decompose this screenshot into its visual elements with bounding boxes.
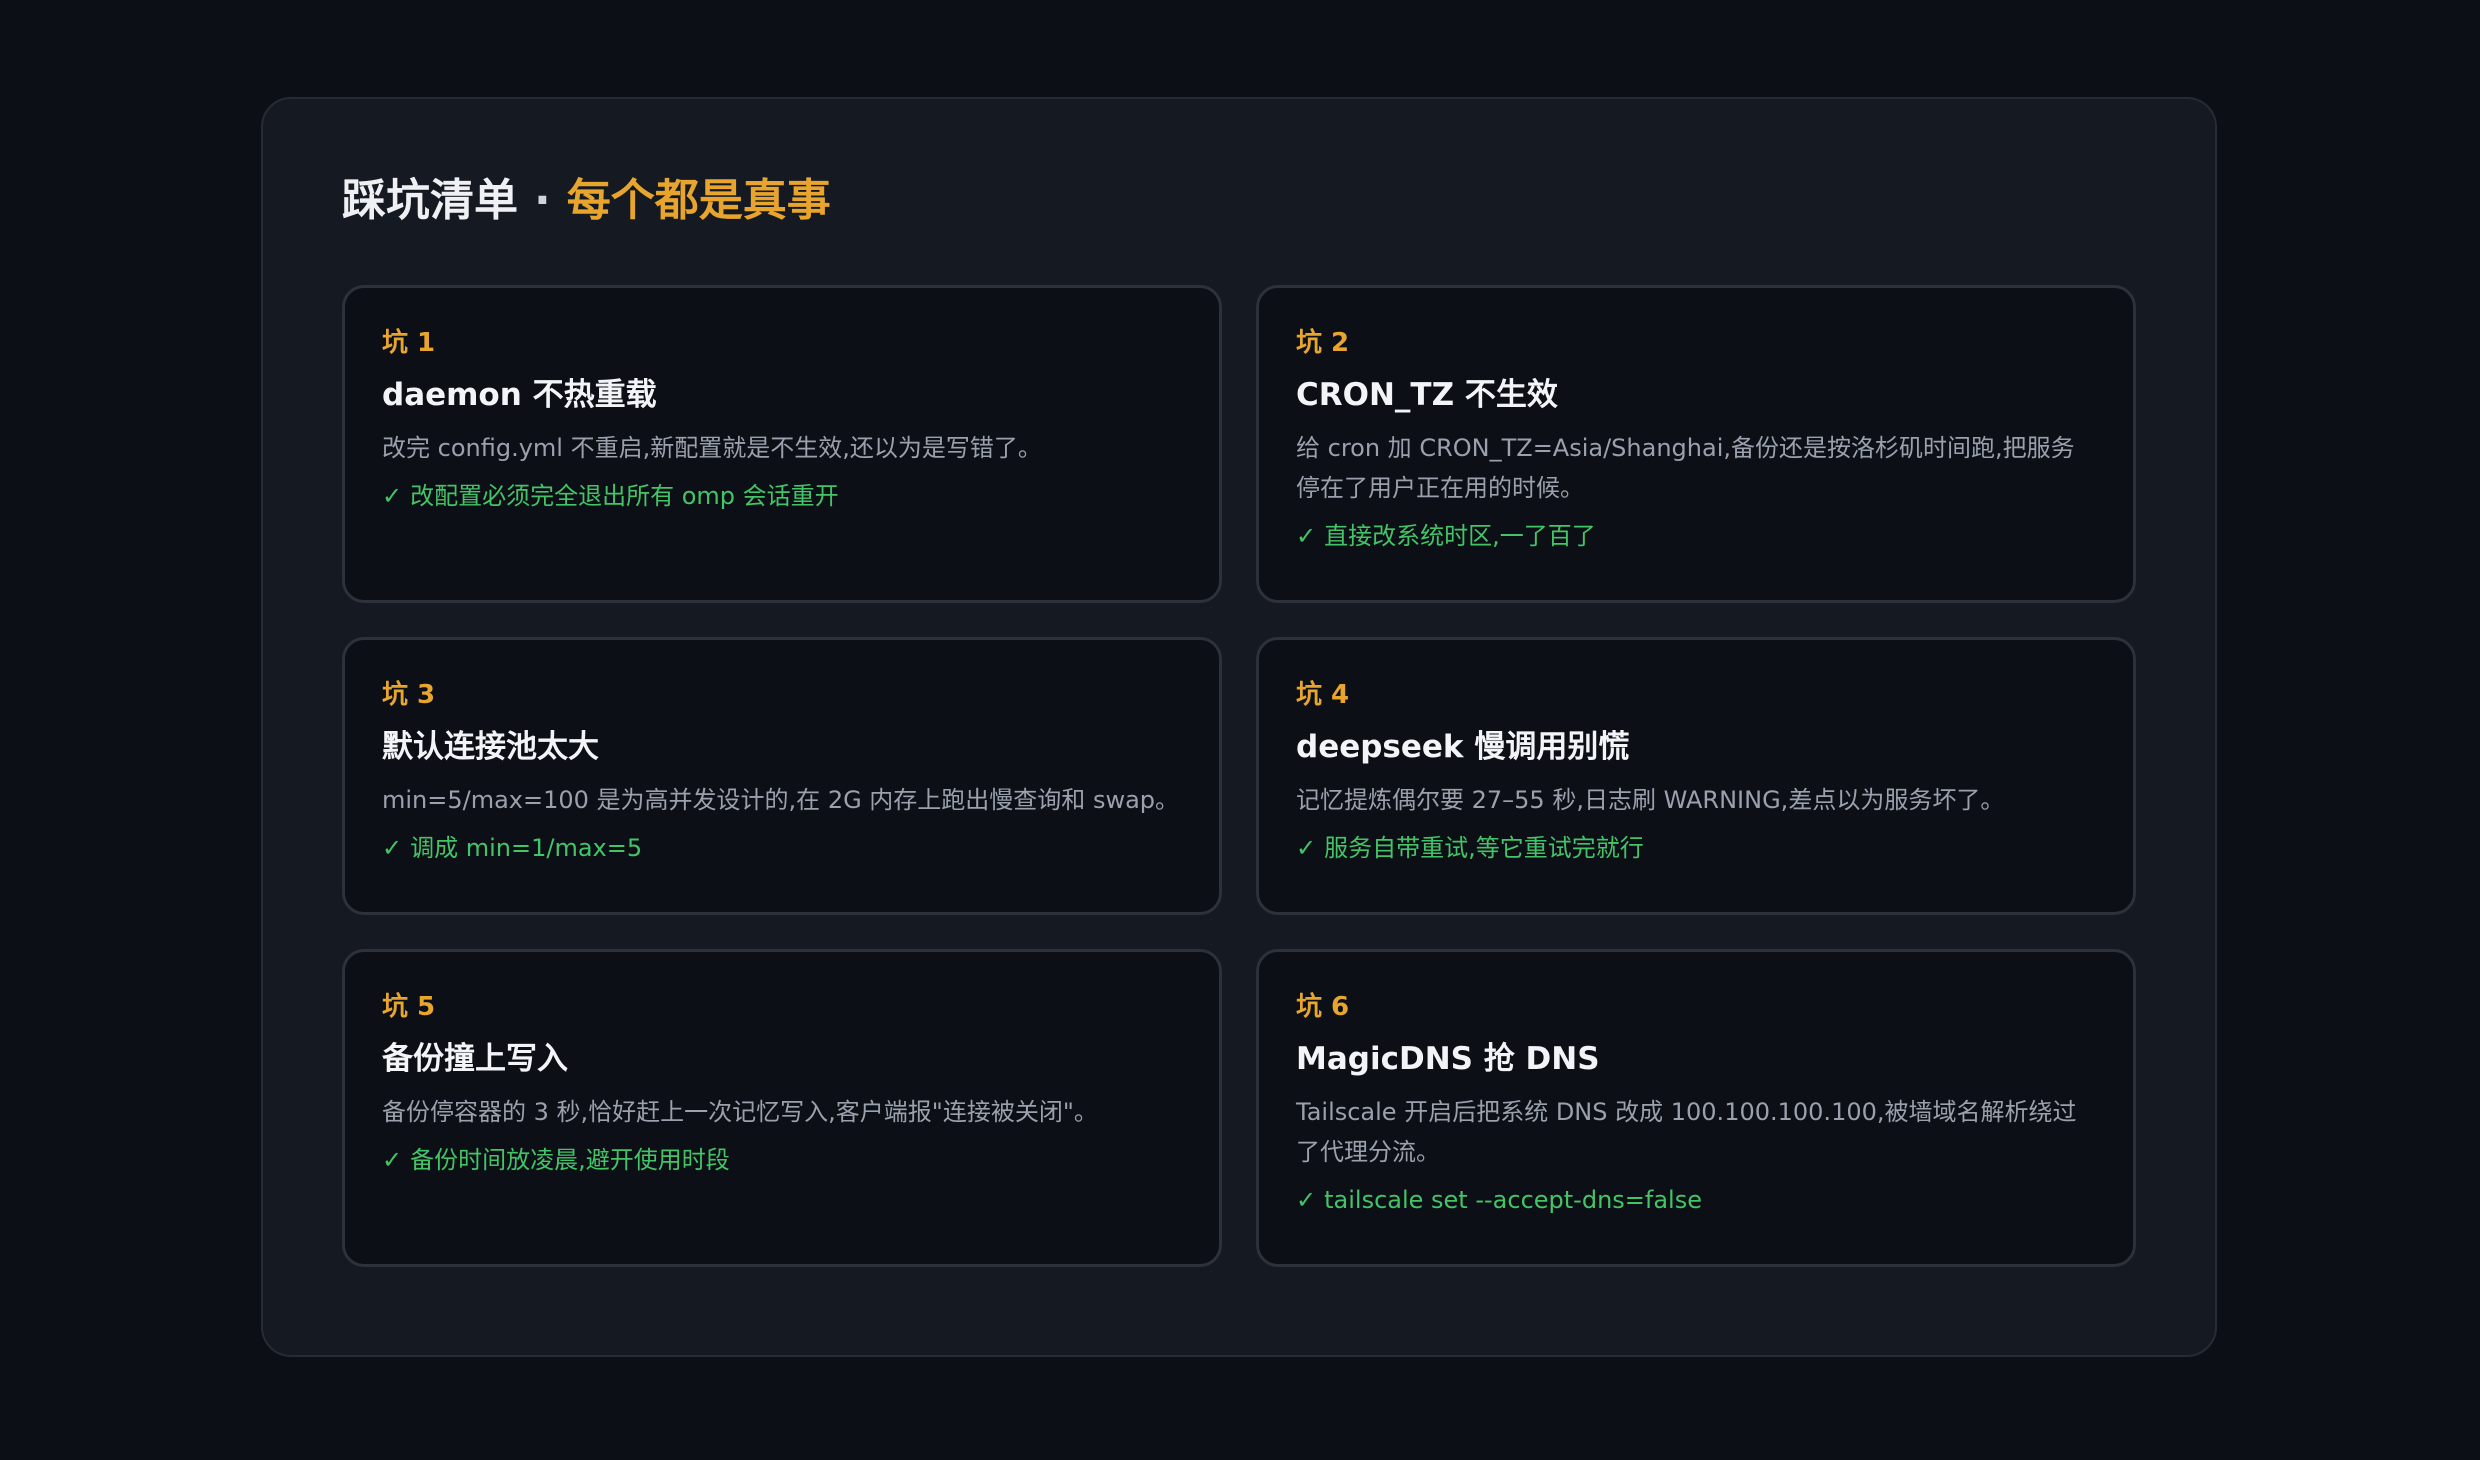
pitfall-title: daemon 不热重载 [382, 377, 657, 413]
pitfall-description: Tailscale 开启后把系统 DNS 改成 100.100.100.100,… [1296, 1098, 2077, 1166]
pitfall-number: 坑 6 [1296, 992, 1350, 1022]
pitfall-title: MagicDNS 抢 DNS [1296, 1041, 1600, 1077]
pitfall-description: 备份停容器的 3 秒,恰好赶上一次记忆写入,客户端报"连接被关闭"。 [382, 1098, 1098, 1126]
pitfall-description: 记忆提炼偶尔要 27–55 秒,日志刷 WARNING,差点以为服务坏了。 [1296, 786, 2005, 814]
pitfall-fix: ✓ 直接改系统时区,一了百了 [1296, 518, 2096, 554]
pitfall-title: 备份撞上写入 [382, 1041, 568, 1077]
pitfall-number: 坑 5 [382, 992, 436, 1022]
pitfall-description: 改完 config.yml 不重启,新配置就是不生效,还以为是写错了。 [382, 434, 1042, 462]
pitfall-fix-text: 服务自带重试,等它重试完就行 [1324, 834, 1644, 862]
check-mark-icon: ✓ [1296, 522, 1317, 550]
pitfalls-panel: 踩坑清单 · 每个都是真事 坑 1 daemon 不热重载 改完 config.ym… [261, 97, 2217, 1357]
check-mark-icon: ✓ [382, 482, 403, 510]
pitfall-title: 默认连接池太大 [382, 729, 599, 765]
pitfall-description: min=5/max=100 是为高并发设计的,在 2G 内存上跑出慢查询和 sw… [382, 786, 1180, 814]
pitfall-fix: ✓ 服务自带重试,等它重试完就行 [1296, 830, 2096, 866]
page-title-separator: · [534, 175, 551, 226]
pitfall-number: 坑 2 [1296, 328, 1350, 358]
pitfall-fix-text: 直接改系统时区,一了百了 [1324, 522, 1596, 550]
pitfall-fix: ✓ 备份时间放凌晨,避开使用时段 [382, 1142, 1182, 1178]
pitfall-fix-text: 备份时间放凌晨,避开使用时段 [410, 1146, 730, 1174]
pitfall-number: 坑 1 [382, 328, 436, 358]
pitfall-title: CRON_TZ 不生效 [1296, 377, 1558, 413]
pitfall-fix: ✓ tailscale set --accept-dns=false [1296, 1182, 2096, 1218]
pitfall-card-grid: 坑 1 daemon 不热重载 改完 config.yml 不重启,新配置就是不… [342, 285, 2136, 1267]
pitfall-fix-text: 改配置必须完全退出所有 omp 会话重开 [410, 482, 839, 510]
check-mark-icon: ✓ [382, 1146, 403, 1174]
pitfall-fix: ✓ 改配置必须完全退出所有 omp 会话重开 [382, 478, 1182, 514]
pitfall-card-3: 坑 3 默认连接池太大 min=5/max=100 是为高并发设计的,在 2G … [342, 637, 1222, 915]
check-mark-icon: ✓ [1296, 1186, 1317, 1214]
page-title-accent: 每个都是真事 [566, 175, 831, 226]
page-title: 踩坑清单 · 每个都是真事 [342, 179, 2136, 285]
pitfall-card-2: 坑 2 CRON_TZ 不生效 给 cron 加 CRON_TZ=Asia/Sh… [1256, 285, 2136, 603]
pitfall-number: 坑 4 [1296, 680, 1350, 710]
pitfall-card-5: 坑 5 备份撞上写入 备份停容器的 3 秒,恰好赶上一次记忆写入,客户端报"连接… [342, 949, 1222, 1267]
pitfall-fix: ✓ 调成 min=1/max=5 [382, 830, 1182, 866]
pitfall-card-6: 坑 6 MagicDNS 抢 DNS Tailscale 开启后把系统 DNS … [1256, 949, 2136, 1267]
pitfall-card-4: 坑 4 deepseek 慢调用别慌 记忆提炼偶尔要 27–55 秒,日志刷 W… [1256, 637, 2136, 915]
pitfall-description: 给 cron 加 CRON_TZ=Asia/Shanghai,备份还是按洛杉矶时… [1296, 434, 2075, 502]
pitfall-fix-text: tailscale set --accept-dns=false [1324, 1186, 1702, 1214]
pitfall-card-1: 坑 1 daemon 不热重载 改完 config.yml 不重启,新配置就是不… [342, 285, 1222, 603]
pitfall-title: deepseek 慢调用别慌 [1296, 729, 1630, 765]
pitfall-number: 坑 3 [382, 680, 436, 710]
check-mark-icon: ✓ [1296, 834, 1317, 862]
check-mark-icon: ✓ [382, 834, 403, 862]
page-title-main: 踩坑清单 [342, 175, 518, 226]
pitfall-fix-text: 调成 min=1/max=5 [410, 834, 643, 862]
